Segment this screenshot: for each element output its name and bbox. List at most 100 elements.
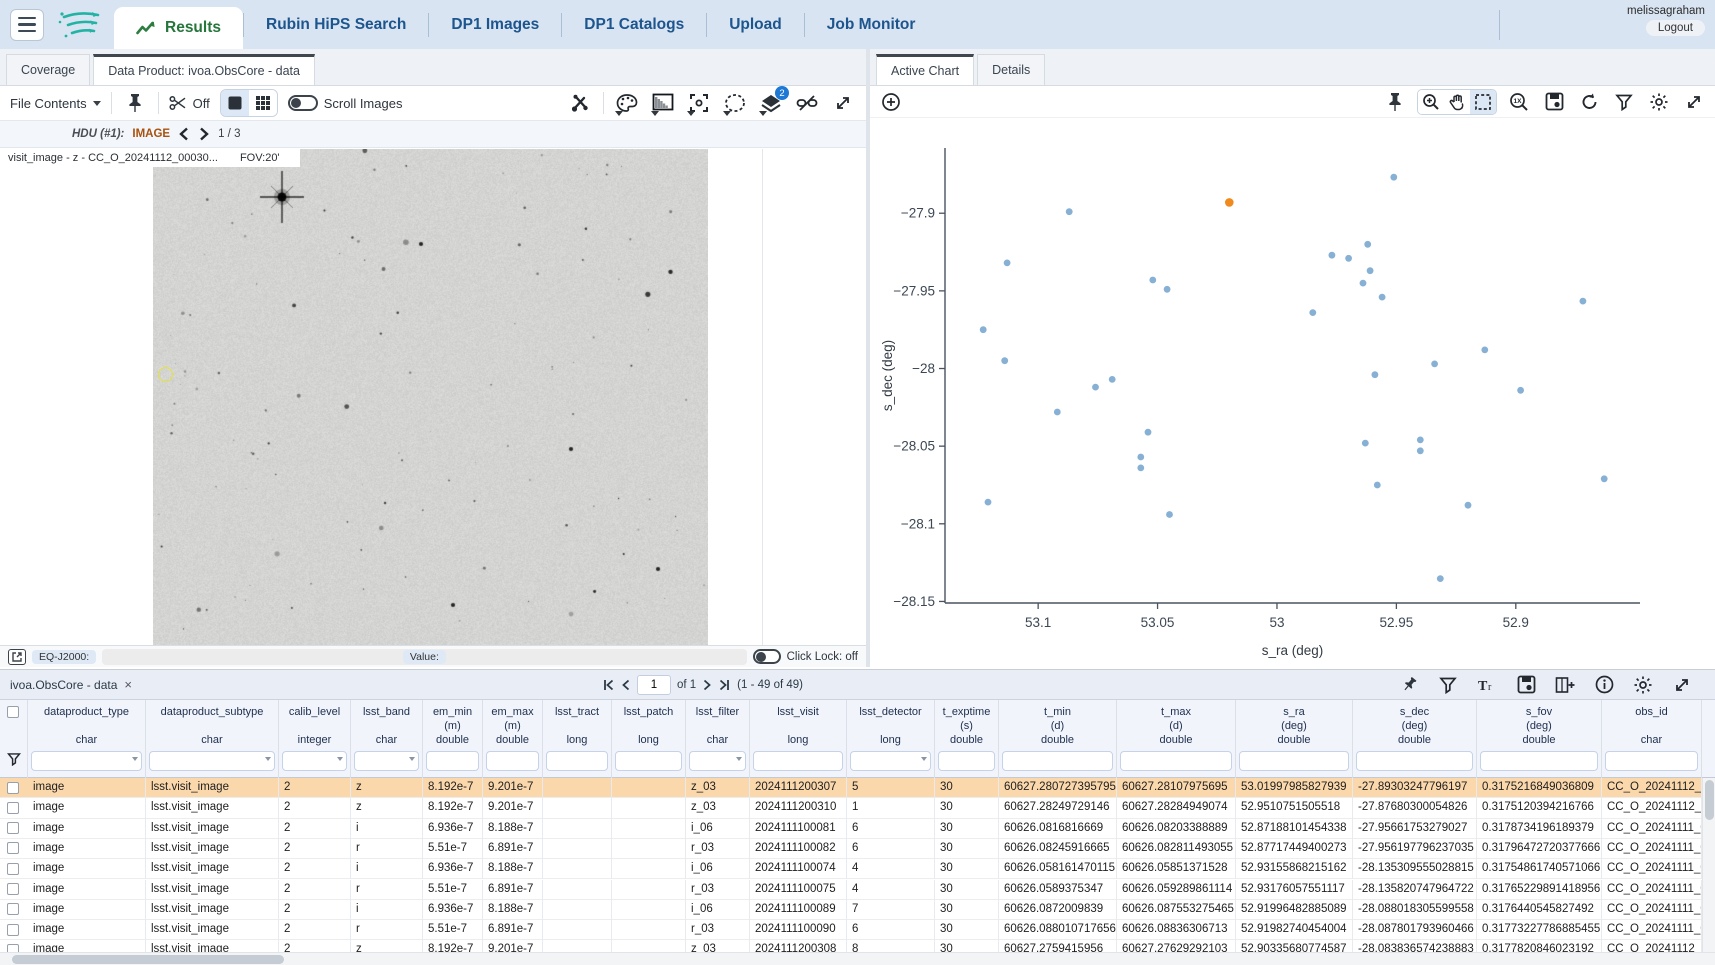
fits-image[interactable] [153, 149, 708, 645]
column-filter-lsst_filter[interactable] [689, 751, 746, 771]
column-header-s_ra[interactable]: s_ra(deg)double [1236, 700, 1353, 778]
last-page-button[interactable] [718, 679, 731, 691]
table-row[interactable]: imagelsst.visit_image2i6.936e-78.188e-7i… [0, 859, 1702, 879]
data-point[interactable] [1601, 475, 1608, 482]
column-header-obs_id[interactable]: obs_idchar [1602, 700, 1702, 778]
chart-settings-button[interactable] [1646, 89, 1672, 115]
layers-button[interactable]: 2 [758, 90, 784, 116]
wcs-unlink-button[interactable] [794, 90, 820, 116]
column-filter-lsst_visit[interactable] [753, 751, 843, 771]
row-checkbox[interactable] [7, 802, 19, 814]
save-table-button[interactable] [1513, 672, 1539, 698]
row-checkbox[interactable] [7, 863, 19, 875]
column-filter-lsst_detector[interactable] [850, 751, 931, 771]
data-point[interactable] [1092, 384, 1099, 391]
data-point[interactable] [1360, 280, 1367, 287]
data-point[interactable] [1054, 409, 1061, 416]
data-point[interactable] [1164, 286, 1171, 293]
popout-readout-button[interactable] [8, 649, 26, 665]
data-point[interactable] [1364, 241, 1371, 248]
table-horizontal-scrollbar[interactable] [0, 952, 1715, 965]
row-checkbox[interactable] [7, 883, 19, 895]
logout-button[interactable]: Logout [1646, 20, 1705, 36]
fits-image-viewport[interactable]: visit_image - z - CC_O_20241112_00030...… [0, 149, 866, 645]
column-filter-t_exptime[interactable] [938, 751, 995, 771]
table-row[interactable]: imagelsst.visit_image2r5.51e-76.891e-7r_… [0, 920, 1702, 940]
tab-details[interactable]: Details [977, 54, 1045, 85]
hamburger-menu-button[interactable] [10, 9, 44, 41]
select-all-checkbox[interactable] [7, 706, 19, 718]
row-checkbox[interactable] [7, 782, 19, 794]
column-header-dataproduct_type[interactable]: dataproduct_typechar [28, 700, 146, 778]
column-header-lsst_visit[interactable]: lsst_visitlong [750, 700, 847, 778]
tab-data-product-ivoa-obscore-data[interactable]: Data Product: ivoa.ObsCore - data [93, 54, 315, 85]
data-point[interactable] [1517, 387, 1524, 394]
data-point[interactable] [1137, 465, 1144, 472]
select-region-button[interactable] [722, 90, 748, 116]
data-point[interactable] [1372, 371, 1379, 378]
save-chart-button[interactable] [1541, 89, 1567, 115]
data-point[interactable] [1004, 260, 1011, 267]
data-point[interactable] [1145, 429, 1152, 436]
filter-row-icon[interactable] [7, 752, 21, 766]
column-filter-s_fov[interactable] [1480, 751, 1598, 771]
nav-tab-dp1-images[interactable]: DP1 Images [429, 0, 561, 49]
column-filter-s_dec[interactable] [1356, 751, 1473, 771]
pin-chart-button[interactable] [1382, 89, 1408, 115]
zoom-original-button[interactable]: 1X [1506, 89, 1532, 115]
column-header-lsst_detector[interactable]: lsst_detectorlong [847, 700, 935, 778]
data-point[interactable] [985, 499, 992, 506]
add-column-button[interactable] [1552, 672, 1578, 698]
column-header-t_max[interactable]: t_max(d)double [1117, 700, 1236, 778]
column-filter-em_min[interactable] [426, 751, 479, 771]
filter-dropdown-icon[interactable] [921, 757, 927, 761]
data-point[interactable] [1465, 502, 1472, 509]
data-point[interactable] [1149, 277, 1156, 284]
table-row[interactable]: imagelsst.visit_image2i6.936e-78.188e-7i… [0, 819, 1702, 839]
prev-page-button[interactable] [621, 679, 631, 691]
scroll-images-toggle[interactable]: Scroll Images [288, 95, 403, 111]
single-view-button[interactable] [221, 90, 249, 116]
stretch-histogram-button[interactable] [650, 90, 676, 116]
table-settings-button[interactable] [1630, 672, 1656, 698]
cutout-toggle-button[interactable]: Off [169, 95, 210, 111]
column-header-dataproduct_subtype[interactable]: dataproduct_subtypechar [146, 700, 279, 778]
filter-table-button[interactable] [1435, 672, 1461, 698]
row-checkbox[interactable] [7, 822, 19, 834]
grid-view-button[interactable] [249, 90, 277, 116]
scatter-chart[interactable]: 53.153.055352.9552.9−27.9−27.95−28−28.05… [870, 118, 1715, 666]
image-tools-button[interactable] [567, 90, 593, 116]
text-view-button[interactable]: Tr [1474, 672, 1500, 698]
tab-coverage[interactable]: Coverage [6, 54, 90, 85]
column-header-s_fov[interactable]: s_fov(deg)double [1477, 700, 1602, 778]
column-header-lsst_filter[interactable]: lsst_filterchar [686, 700, 750, 778]
column-filter-lsst_patch[interactable] [615, 751, 682, 771]
column-filter-s_ra[interactable] [1239, 751, 1349, 771]
box-select-mode-button[interactable] [1470, 90, 1496, 114]
data-point[interactable] [1431, 361, 1438, 368]
data-point[interactable] [1379, 294, 1386, 301]
restore-chart-button[interactable] [1576, 89, 1602, 115]
row-checkbox[interactable] [7, 924, 19, 936]
pan-mode-button[interactable] [1444, 90, 1470, 114]
nav-tab-rubin-hips-search[interactable]: Rubin HiPS Search [244, 0, 428, 49]
data-point[interactable] [1374, 482, 1381, 489]
data-point[interactable] [1001, 357, 1008, 364]
filter-dropdown-icon[interactable] [132, 757, 138, 761]
filter-dropdown-icon[interactable] [409, 757, 415, 761]
data-point[interactable] [980, 326, 987, 333]
data-point[interactable] [1437, 575, 1444, 582]
scatter-plot-svg[interactable]: 53.153.055352.9552.9−27.9−27.95−28−28.05… [870, 118, 1715, 666]
column-header-lsst_band[interactable]: lsst_bandchar [351, 700, 423, 778]
column-filter-em_max[interactable] [486, 751, 539, 771]
expand-table-button[interactable] [1669, 672, 1695, 698]
column-header-em_min[interactable]: em_min(m)double [423, 700, 483, 778]
row-checkbox[interactable] [7, 842, 19, 854]
column-header-em_max[interactable]: em_max(m)double [483, 700, 543, 778]
click-lock-toggle[interactable] [753, 649, 781, 664]
column-filter-lsst_tract[interactable] [546, 751, 608, 771]
data-point[interactable] [1390, 174, 1397, 181]
hdu-next-button[interactable] [198, 127, 210, 141]
add-chart-button[interactable] [878, 89, 904, 115]
table-row[interactable]: imagelsst.visit_image2r5.51e-76.891e-7r_… [0, 880, 1702, 900]
